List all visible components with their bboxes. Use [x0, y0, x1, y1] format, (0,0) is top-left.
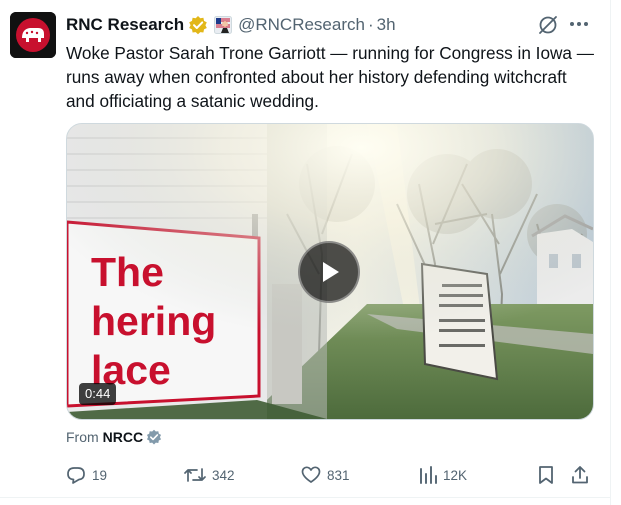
separator-dot: ·	[367, 15, 374, 34]
tweet-header: RNC Research @RNCResearch · 3h	[66, 13, 396, 37]
bookmark-icon	[539, 466, 553, 484]
sign-line-2: hering	[91, 298, 217, 344]
bookmark-button[interactable]	[537, 461, 555, 489]
like-button[interactable]: 831	[301, 461, 350, 489]
repost-count: 342	[212, 467, 235, 483]
like-icon	[301, 466, 321, 483]
views-button[interactable]: 12K	[419, 461, 467, 489]
repost-button[interactable]: 342	[184, 461, 235, 489]
tweet-text: Woke Pastor Sarah Trone Garriott — runni…	[66, 43, 594, 111]
reply-icon	[67, 467, 85, 484]
views-icon	[420, 466, 437, 484]
video-player[interactable]: The hering lace 0:44	[66, 123, 594, 420]
gray-verified-icon	[146, 429, 162, 445]
column-divider	[610, 0, 611, 505]
source-name[interactable]: NRCC	[103, 429, 143, 445]
more-icon[interactable]	[570, 22, 588, 26]
play-icon	[323, 262, 339, 282]
post-time[interactable]: 3h	[377, 15, 396, 35]
grok-icon[interactable]	[537, 14, 559, 41]
affiliate-badge-icon[interactable]	[214, 16, 233, 34]
share-icon	[572, 466, 588, 484]
sign-line-1: The	[91, 249, 164, 295]
tweet-divider	[0, 497, 610, 498]
reply-count: 19	[92, 467, 108, 483]
source-prefix: From	[66, 429, 99, 445]
views-count: 12K	[443, 467, 468, 483]
avatar[interactable]	[10, 12, 56, 58]
author-handle[interactable]: @RNCResearch	[238, 15, 365, 35]
video-source: From NRCC	[66, 429, 162, 445]
rnc-logo-icon	[10, 12, 56, 58]
reply-button[interactable]: 19	[66, 461, 107, 489]
author-name[interactable]: RNC Research	[66, 15, 184, 35]
share-button[interactable]	[570, 461, 590, 489]
like-count: 831	[327, 467, 350, 483]
play-button[interactable]	[298, 241, 360, 303]
sign-text: The hering lace	[91, 248, 216, 395]
video-duration: 0:44	[79, 383, 117, 405]
gold-verified-icon[interactable]	[188, 15, 208, 35]
repost-icon	[184, 468, 206, 482]
